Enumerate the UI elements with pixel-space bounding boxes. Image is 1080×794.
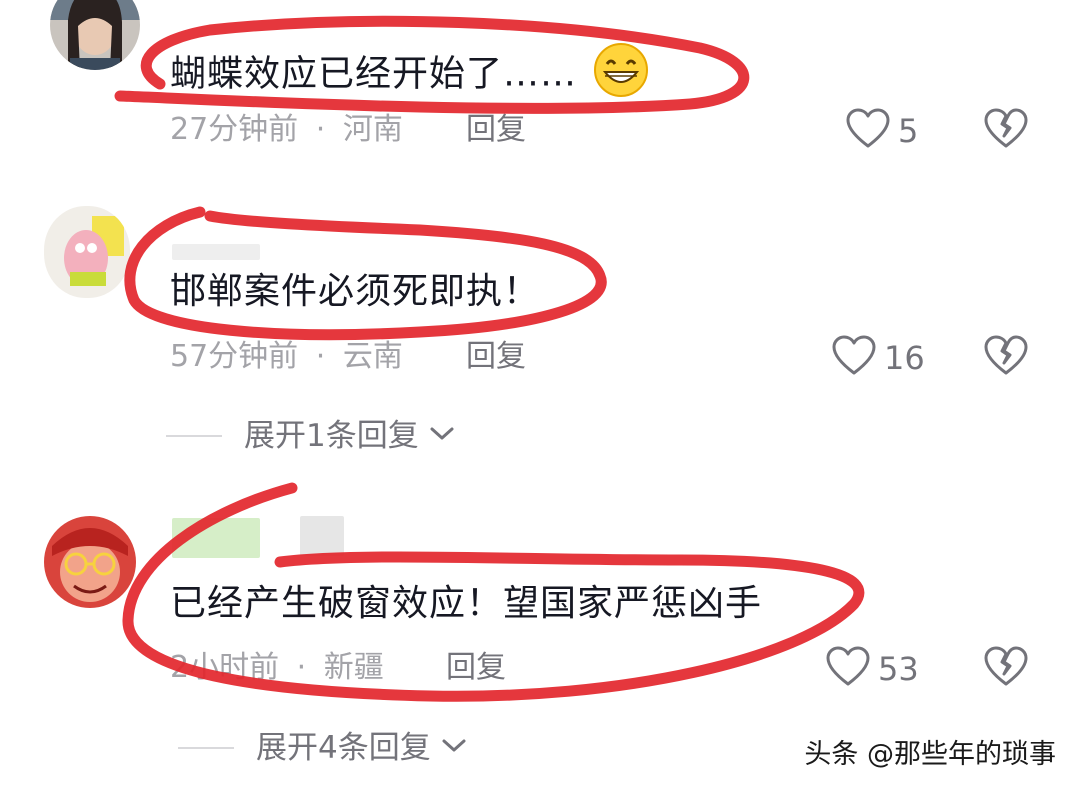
expand-replies-button[interactable]: 展开1条回复 (166, 416, 455, 456)
divider-dash (166, 435, 222, 437)
user-badge-placeholder (300, 516, 344, 556)
avatar[interactable] (44, 206, 130, 298)
heart-icon (832, 335, 876, 381)
comment-text: 蝴蝶效应已经开始了…… (170, 42, 649, 109)
like-count: 16 (884, 339, 925, 377)
meta-separator: · (315, 112, 326, 147)
comment-time: 57分钟前 (170, 339, 299, 374)
broken-heart-icon (984, 646, 1028, 692)
meta-separator: · (315, 339, 326, 374)
username-placeholder (172, 518, 260, 558)
like-count: 5 (898, 112, 919, 150)
comment-time: 27分钟前 (170, 112, 299, 147)
dislike-button[interactable] (984, 108, 1028, 154)
comment-meta: 27分钟前 · 河南 (170, 110, 403, 150)
comment-meta: 2小时前 · 新疆 (170, 648, 384, 688)
dislike-button[interactable] (984, 646, 1028, 692)
avatar[interactable] (44, 516, 136, 608)
expand-replies-label: 展开4条回复 (256, 730, 431, 766)
like-button[interactable]: 53 (826, 646, 919, 692)
heart-icon (826, 646, 870, 692)
comment-location: 新疆 (323, 650, 384, 685)
watermark: 头条 @那些年的琐事 (804, 739, 1056, 770)
comment-location: 云南 (342, 339, 403, 374)
comment-meta: 57分钟前 · 云南 (170, 337, 403, 377)
broken-heart-icon (984, 335, 1028, 381)
divider-dash (178, 747, 234, 749)
like-button[interactable]: 5 (846, 108, 918, 154)
heart-icon (846, 108, 890, 154)
comment-location: 河南 (342, 112, 403, 147)
reply-button[interactable]: 回复 (466, 110, 526, 150)
chevron-down-icon (441, 738, 467, 758)
broken-heart-icon (984, 108, 1028, 154)
reply-button[interactable]: 回复 (446, 648, 506, 688)
avatar[interactable] (50, 0, 140, 70)
meta-separator: · (296, 650, 307, 685)
reply-button[interactable]: 回复 (466, 337, 526, 377)
chevron-down-icon (429, 426, 455, 446)
username-placeholder (172, 244, 260, 260)
expand-replies-label: 展开1条回复 (244, 418, 419, 454)
grinning-face-icon (593, 42, 649, 109)
like-count: 53 (878, 650, 919, 688)
comment-text: 已经产生破窗效应！望国家严惩凶手 (170, 583, 763, 624)
comment-body: 蝴蝶效应已经开始了…… (170, 53, 578, 95)
comment-text: 邯郸案件必须死即执！ (170, 271, 541, 312)
dislike-button[interactable] (984, 335, 1028, 381)
expand-replies-button[interactable]: 展开4条回复 (178, 728, 467, 768)
comment-time: 2小时前 (170, 650, 280, 685)
like-button[interactable]: 16 (832, 335, 925, 381)
